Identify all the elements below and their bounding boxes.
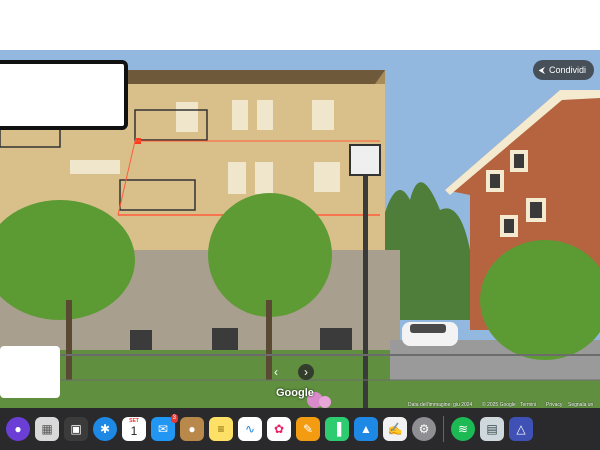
chevron-right-icon: › [304, 365, 308, 379]
redacted-mini-card [0, 346, 60, 398]
dock-separator [443, 416, 444, 442]
image-capture-icon[interactable]: △ [509, 417, 533, 441]
settings-icon[interactable]: ⚙ [412, 417, 436, 441]
freeform-icon[interactable]: ∿ [238, 417, 262, 441]
notes-icon[interactable]: ≡ [209, 417, 233, 441]
street-view-panorama[interactable]: ⮜ Condividi ‹ › Google Data dell'immagin… [0, 50, 600, 410]
contacts-icon[interactable]: ● [180, 417, 204, 441]
macos-dock: ● ▦ ▣ ✱ SET 1 ✉ 3 ● ≡ ∿ ✿ ✎ ▐ ▲ ✍ ⚙ ≋ ▤ … [0, 408, 600, 450]
photos-icon[interactable]: ✿ [267, 417, 291, 441]
calendar-day: 1 [130, 424, 138, 438]
top-blank-bar [0, 0, 600, 50]
google-logo: Google [276, 387, 314, 399]
mail-icon[interactable]: ✉ 3 [151, 414, 178, 441]
preview-icon[interactable]: ▤ [480, 417, 504, 441]
pages-icon[interactable]: ✎ [296, 417, 320, 441]
pan-left-button[interactable]: ‹ [268, 364, 284, 380]
redacted-info-card [0, 60, 128, 130]
share-icon: ⮜ [538, 64, 545, 75]
mission-control-icon[interactable]: ▣ [64, 417, 88, 441]
safari-icon[interactable]: ✱ [93, 417, 117, 441]
share-label: Condividi [548, 65, 586, 75]
mail-badge: 3 [170, 414, 178, 423]
siri-icon[interactable]: ● [6, 417, 30, 441]
keynote-icon[interactable]: ▲ [354, 417, 378, 441]
pan-right-button[interactable]: › [298, 364, 314, 380]
share-button[interactable]: ⮜ Condividi [532, 60, 594, 80]
textedit-icon[interactable]: ✍ [383, 417, 407, 441]
numbers-icon[interactable]: ▐ [325, 417, 349, 441]
launchpad-icon[interactable]: ▦ [35, 417, 59, 441]
calendar-icon[interactable]: SET 1 [122, 417, 146, 441]
spotify-icon[interactable]: ≋ [451, 417, 475, 441]
chevron-left-icon: ‹ [274, 365, 278, 379]
